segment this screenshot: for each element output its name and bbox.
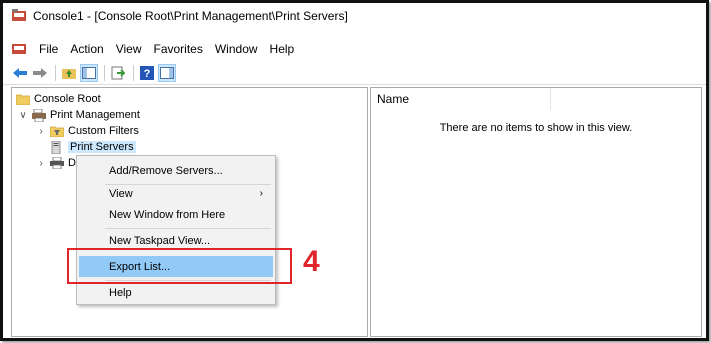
menu-action[interactable]: Action xyxy=(64,42,109,56)
menu-item-label: View xyxy=(109,187,133,200)
menu-file[interactable]: File xyxy=(33,42,64,56)
chevron-right-icon[interactable]: › xyxy=(36,126,46,137)
tree-item-console-root[interactable]: Console Root xyxy=(15,91,101,107)
tree-item-label: D xyxy=(68,157,76,169)
printer-icon xyxy=(50,156,64,170)
mmc-console-icon xyxy=(11,9,27,23)
tree-item-custom-filters[interactable]: › Custom Filters xyxy=(36,123,139,139)
empty-list-message: There are no items to show in this view. xyxy=(439,122,633,134)
step-number-label: 4 xyxy=(303,245,320,278)
window-title: Console1 - [Console Root\Print Managemen… xyxy=(33,9,348,23)
menu-item-label: New Window from Here xyxy=(109,208,226,221)
menu-bar: File Action View Favorites Window Help xyxy=(3,39,706,59)
chevron-right-icon: › xyxy=(259,188,263,199)
tree-item-label: Console Root xyxy=(34,93,101,105)
menu-help[interactable]: Help xyxy=(264,42,301,56)
console-menu-icon[interactable] xyxy=(11,42,27,56)
menu-item-add-remove-servers[interactable]: Add/Remove Servers... xyxy=(79,160,273,181)
tree-item-print-management[interactable]: ∨ Print Management xyxy=(18,107,140,123)
toolbar-separator xyxy=(104,64,105,81)
menu-separator xyxy=(105,228,271,229)
folder-icon xyxy=(15,93,31,106)
tree-item-label: Custom Filters xyxy=(68,125,139,137)
column-name-header[interactable]: Name xyxy=(371,88,551,110)
chevron-down-icon[interactable]: ∨ xyxy=(18,110,28,121)
menu-item-label: Help xyxy=(109,286,132,299)
menu-item-help[interactable]: Help xyxy=(79,282,273,303)
menu-view[interactable]: View xyxy=(110,42,148,56)
forward-icon[interactable] xyxy=(31,64,49,82)
export-list-icon[interactable] xyxy=(109,64,127,82)
menu-item-new-window[interactable]: New Window from Here xyxy=(79,204,273,225)
toolbar: ? xyxy=(3,61,706,85)
toolbar-separator xyxy=(133,64,134,81)
chevron-right-icon[interactable]: › xyxy=(36,158,46,169)
title-bar: Console1 - [Console Root\Print Managemen… xyxy=(3,3,706,29)
list-column-header: Name xyxy=(371,88,701,110)
tree-item-print-servers[interactable]: Print Servers xyxy=(50,139,136,155)
menu-favorites[interactable]: Favorites xyxy=(148,42,209,56)
filter-folder-icon xyxy=(49,125,65,138)
tree-item-deployed-printers[interactable]: › D xyxy=(36,155,76,171)
tree-item-label: Print Servers xyxy=(68,141,136,153)
highlight-box xyxy=(67,248,292,284)
menu-item-label: Add/Remove Servers... xyxy=(109,164,223,177)
back-icon[interactable] xyxy=(11,64,29,82)
menu-window[interactable]: Window xyxy=(209,42,264,56)
mmc-window: Console1 - [Console Root\Print Managemen… xyxy=(0,0,709,341)
svg-text:?: ? xyxy=(144,68,151,80)
results-pane[interactable]: Name There are no items to show in this … xyxy=(370,87,702,337)
print-management-icon xyxy=(32,108,46,122)
tree-item-label: Print Management xyxy=(50,109,140,121)
menu-item-label: New Taskpad View... xyxy=(109,234,211,247)
show-hide-tree-icon[interactable] xyxy=(80,63,98,82)
menu-item-view[interactable]: View › xyxy=(79,183,273,204)
help-icon[interactable]: ? xyxy=(138,64,156,82)
up-folder-icon[interactable] xyxy=(60,64,78,82)
show-action-pane-icon[interactable] xyxy=(158,63,176,82)
server-icon xyxy=(50,140,64,154)
toolbar-separator xyxy=(55,64,56,81)
